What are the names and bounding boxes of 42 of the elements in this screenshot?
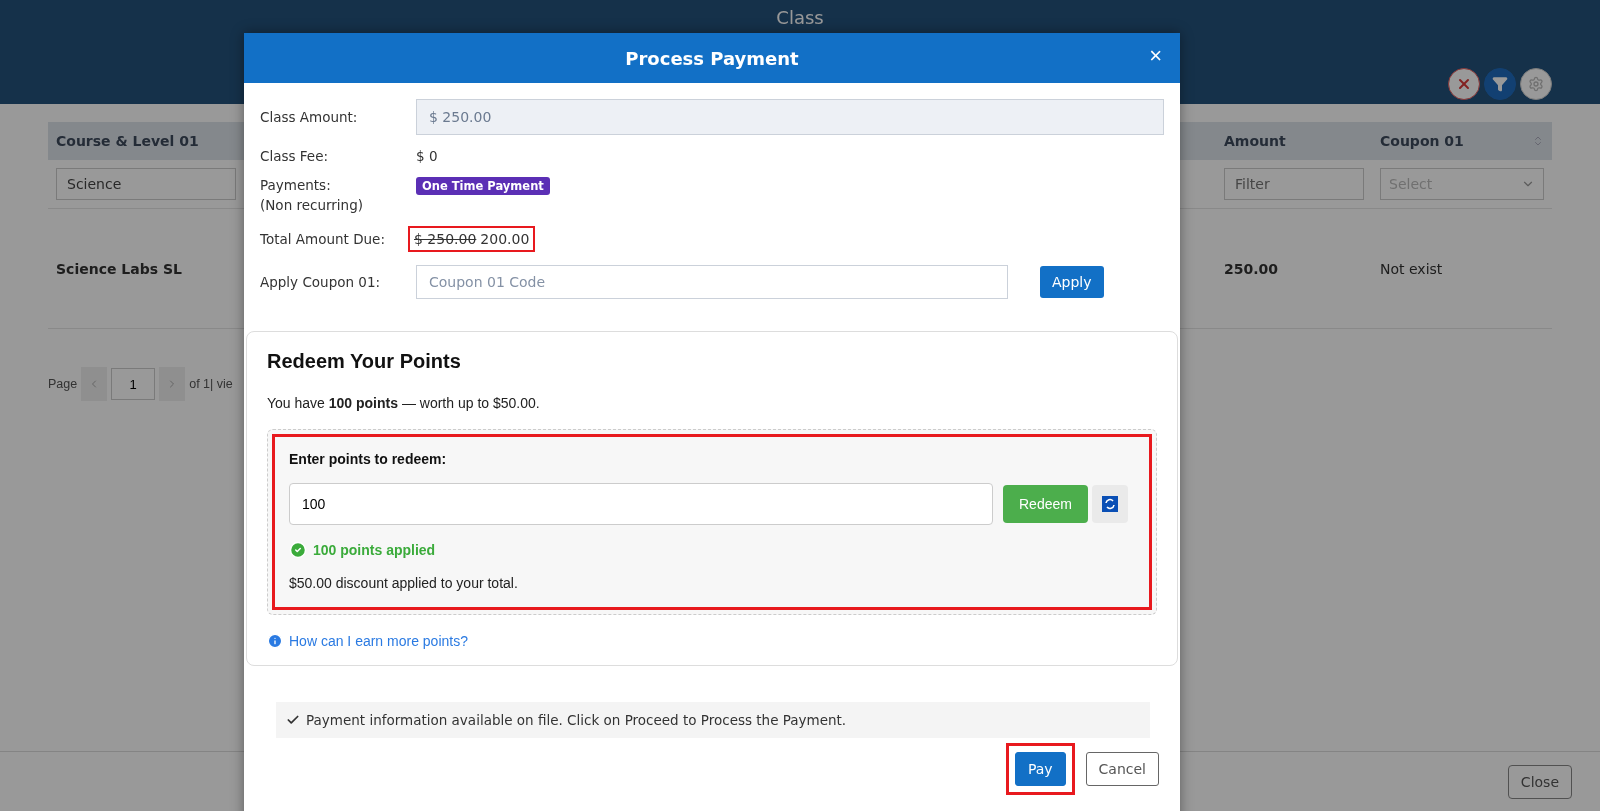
page-total: of 1| vie — [189, 377, 233, 391]
help-link[interactable]: How can I earn more points? — [267, 633, 1157, 649]
redeem-button[interactable]: Redeem — [1003, 485, 1088, 523]
points-summary: You have 100 points — worth up to $50.00. — [267, 395, 541, 411]
coupon-field[interactable]: Coupon 01 Code — [416, 265, 1008, 299]
apply-button[interactable]: Apply — [1040, 266, 1104, 298]
payment-type-badge: One Time Payment — [416, 177, 550, 195]
cancel-button[interactable]: Cancel — [1085, 752, 1159, 786]
info-text: Payment information available on file. Click on Proceed to Process the Payment. — [306, 712, 847, 728]
close-button[interactable]: × — [1145, 45, 1166, 67]
filter-field[interactable]: Filter — [1224, 168, 1364, 200]
page-label: Page — [48, 377, 78, 391]
field-label: Class Fee: — [260, 148, 329, 164]
refresh-icon — [1101, 496, 1118, 512]
settings-icon — [1528, 76, 1544, 92]
column-header[interactable]: Coupon 01 — [1372, 122, 1552, 160]
refresh-button[interactable] — [1091, 485, 1128, 523]
field-label: Payments: — [260, 177, 332, 193]
points-field[interactable]: 100 — [289, 483, 993, 525]
column-header[interactable]: Amount — [1216, 122, 1372, 160]
discount-note: $50.00 discount applied to your total. — [289, 575, 519, 591]
table-cell: Not exist — [1372, 209, 1552, 329]
fee-value: $ 0 — [416, 148, 439, 164]
filter-field[interactable]: Science — [56, 168, 236, 200]
close-button[interactable]: Close — [1507, 764, 1572, 799]
check-circle-icon — [289, 541, 307, 559]
filter-icon — [1492, 76, 1508, 92]
total-amount: $ 250.00 200.00 — [408, 226, 536, 252]
check-icon — [286, 713, 300, 727]
amount-field[interactable]: $ 250.00 — [416, 99, 1164, 135]
status-text: 100 points applied — [313, 542, 436, 558]
info-icon — [267, 633, 283, 649]
field-label: Enter points to redeem: — [289, 451, 448, 467]
dialog-title: Process Payment — [625, 47, 799, 69]
field-label: Class Amount: — [260, 109, 359, 125]
card-title: Redeem Your Points — [267, 350, 462, 373]
field-label: Apply Coupon 01: — [260, 274, 382, 290]
page-field[interactable]: 1 — [111, 368, 156, 400]
field-label: Total Amount Due: — [260, 231, 386, 247]
pay-button[interactable]: Pay — [1014, 752, 1066, 786]
close-icon — [1456, 76, 1472, 92]
table-cell: 250.00 — [1216, 209, 1372, 329]
